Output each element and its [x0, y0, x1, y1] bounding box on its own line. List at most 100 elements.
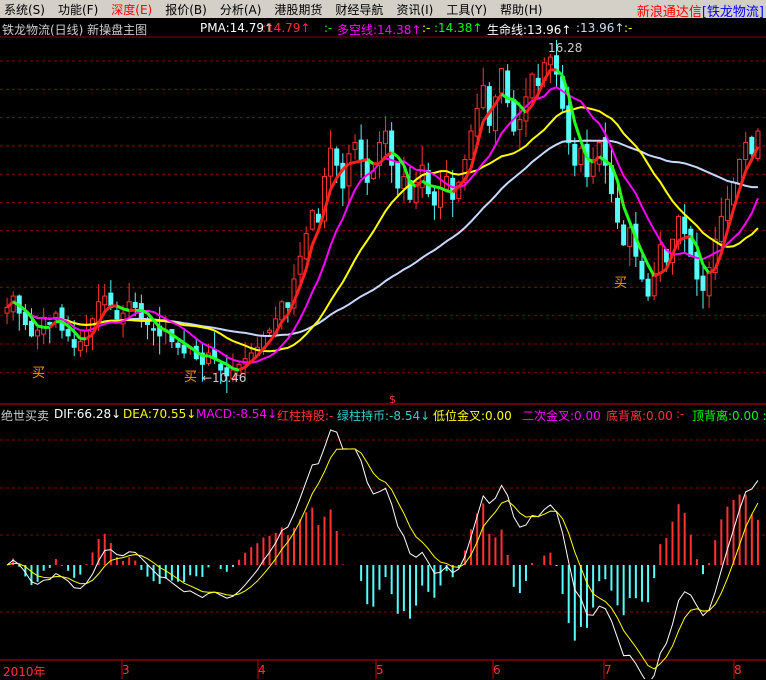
- dea-value: DEA:70.55↓: [123, 407, 197, 421]
- candle-body: [529, 73, 535, 99]
- candle-body: [450, 177, 456, 200]
- candle-body: [621, 224, 627, 246]
- candle-body: [480, 85, 486, 109]
- x-axis-label: 7: [604, 663, 612, 677]
- green-bar-sell: 绿柱持币:-8.54↓: [337, 409, 431, 423]
- candle-body: [364, 158, 370, 183]
- candle-body: [749, 136, 755, 155]
- pma-line: [122, 307, 130, 312]
- candle-body: [657, 244, 663, 273]
- candle-body: [474, 107, 480, 137]
- candle-body: [572, 143, 578, 166]
- candle-body: [102, 295, 108, 306]
- candle-body: [267, 329, 273, 334]
- pma-line: [744, 158, 754, 172]
- candle-body: [682, 216, 688, 234]
- candle-body: [65, 329, 71, 337]
- pma-line: [427, 183, 435, 188]
- candle-body: [114, 310, 120, 320]
- macd-header: 绝世买卖 DIF:66.28↓ DEA:70.55↓ MACD:-8.54↓ 红…: [0, 405, 766, 423]
- pma-line: [116, 304, 124, 311]
- candle-body: [511, 99, 517, 132]
- dkx-line: [6, 86, 759, 364]
- candle-body: [401, 176, 407, 189]
- candle-body: [645, 278, 651, 297]
- bottom-divergence: 底背离:0.00: [606, 409, 673, 423]
- pma-line: [177, 337, 185, 345]
- candle-body: [724, 198, 730, 221]
- price-chart[interactable]: [0, 0, 766, 679]
- candle-body: [132, 301, 138, 308]
- dif-value: DIF:66.28↓: [54, 407, 122, 421]
- x-axis-label: 4: [258, 663, 266, 677]
- candle-body: [639, 260, 645, 280]
- candle-body: [181, 344, 187, 354]
- macd-title: 绝世买卖: [1, 409, 50, 423]
- pma-line: [434, 185, 441, 190]
- candle-body: [688, 228, 694, 257]
- pma-line: [310, 230, 320, 246]
- buy-signal: 买: [614, 276, 628, 291]
- low-price-label: ←10.46: [202, 371, 247, 385]
- candle-body: [578, 147, 584, 165]
- macd-value: MACD:-8.54↓: [196, 407, 278, 421]
- pma-line: [329, 177, 339, 191]
- candle-body: [499, 67, 505, 94]
- pma-line: [73, 330, 82, 340]
- red-bar-hold: 红柱持股:-: [277, 409, 334, 423]
- candle-body: [144, 321, 150, 326]
- x-axis-label: 8: [734, 663, 742, 677]
- candle-body: [297, 255, 303, 275]
- high-price-label: 16.28: [548, 41, 583, 55]
- candle-body: [4, 306, 10, 314]
- candle-body: [218, 363, 224, 371]
- pma-line: [354, 159, 362, 164]
- candle-body: [755, 130, 761, 160]
- second-cross: 二次金叉:0.00: [522, 409, 601, 423]
- pma-line: [446, 189, 454, 194]
- candle-body: [596, 141, 602, 165]
- candle-body: [700, 275, 706, 291]
- sep: :-: [676, 407, 685, 421]
- x-axis-label: 5: [376, 663, 384, 677]
- candle-body: [486, 86, 492, 126]
- candle-body: [334, 148, 340, 166]
- candle-body: [395, 162, 401, 189]
- candle-body: [517, 119, 523, 131]
- buy-signal: 买: [184, 370, 198, 385]
- pma-line: [213, 357, 222, 363]
- candle-body: [279, 301, 285, 321]
- candle-body: [468, 130, 474, 160]
- candle-body: [694, 251, 700, 280]
- x-axis-label: 2010年: [3, 665, 46, 679]
- candle-body: [615, 197, 621, 223]
- ma20-line: [6, 106, 759, 353]
- candle-body: [352, 141, 358, 150]
- candle-body: [383, 130, 389, 145]
- pma-line: [348, 160, 356, 166]
- pma-line: [622, 205, 632, 223]
- candle-body: [627, 227, 633, 248]
- candle-body: [175, 342, 181, 348]
- candle-body: [285, 302, 291, 308]
- candle-body: [547, 56, 553, 66]
- low-cross: 低位金叉:0.00: [433, 409, 512, 423]
- dea-line: [6, 448, 759, 670]
- candle-body: [346, 153, 352, 187]
- x-axis-label: 6: [493, 663, 501, 677]
- candle-body: [71, 339, 77, 348]
- candle-body: [35, 329, 41, 337]
- pma-line: [555, 68, 564, 77]
- candle-body: [303, 232, 309, 260]
- pma-line: [232, 367, 240, 372]
- candle-body: [77, 341, 83, 351]
- candle-body: [437, 187, 443, 208]
- candle-body: [309, 210, 315, 230]
- pma-line: [573, 122, 583, 142]
- candle-body: [328, 147, 334, 177]
- pma-line: [37, 324, 45, 329]
- candle-body: [431, 191, 437, 206]
- pma-line: [360, 158, 368, 163]
- candle-body: [28, 320, 34, 337]
- top-divergence: 顶背离:0.00 :: [692, 409, 766, 423]
